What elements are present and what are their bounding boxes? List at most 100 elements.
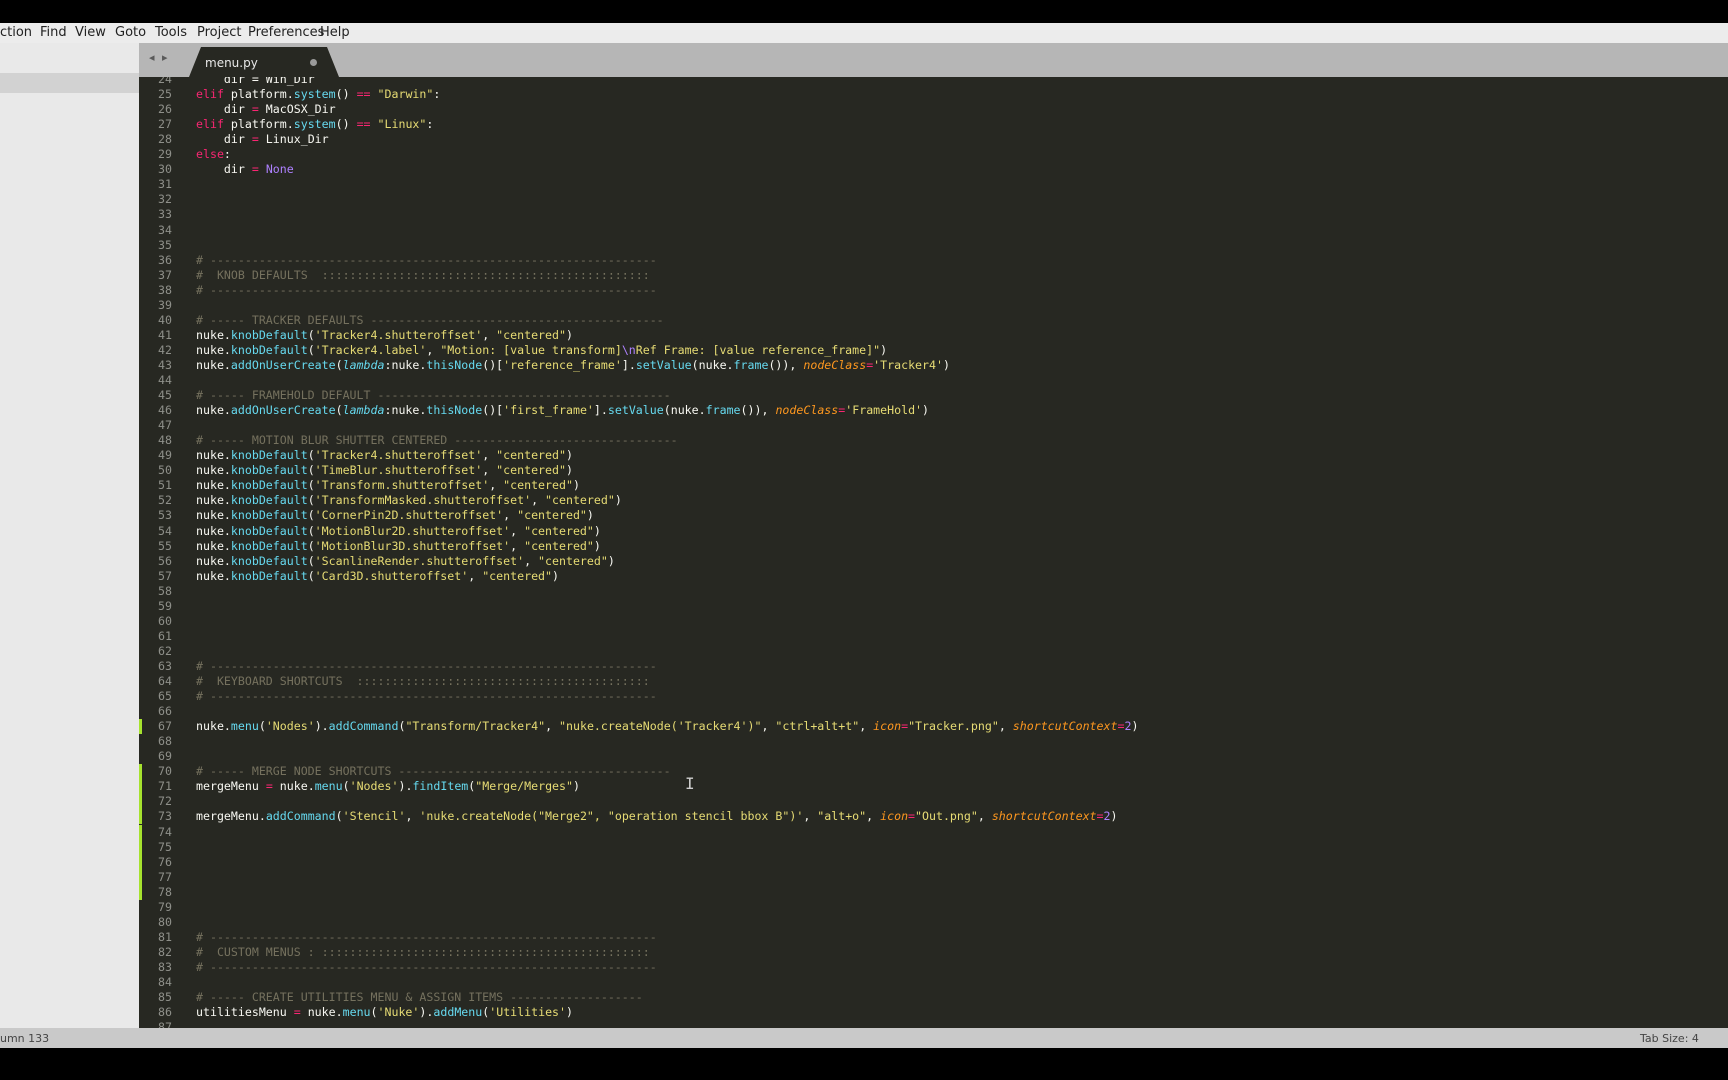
status-tab-size[interactable]: Tab Size: 4 xyxy=(1640,1032,1699,1045)
code-token: # --------------------------------------… xyxy=(196,959,657,974)
code-line[interactable]: 81 # ------------------------------------… xyxy=(139,930,1639,945)
code-line[interactable]: 79 xyxy=(139,900,1639,915)
code-line[interactable]: 59 xyxy=(139,599,1639,614)
line-number: 57 xyxy=(158,568,172,583)
code-line[interactable]: 71 mergeMenu = nuke.menu('Nodes').findIte… xyxy=(139,779,1639,795)
sidebar[interactable] xyxy=(0,43,139,1028)
code-line[interactable]: 63 # ------------------------------------… xyxy=(139,659,1639,674)
code-token: 'Tracker4.shutteroffset' xyxy=(314,327,483,342)
code-line[interactable]: 86 utilitiesMenu = nuke.menu('Nuke').addM… xyxy=(139,1005,1639,1020)
code-line[interactable]: 49 nuke.knobDefault('Tracker4.shutteroffs… xyxy=(139,448,1639,463)
code-token: , xyxy=(510,523,525,538)
menu-tools[interactable]: Tools xyxy=(155,25,187,40)
code-line[interactable]: 38 # ------------------------------------… xyxy=(139,283,1639,298)
code-line[interactable]: 51 nuke.knobDefault('Transform.shutteroff… xyxy=(139,478,1639,493)
code-token: ) xyxy=(922,403,930,418)
code-line[interactable]: 78 xyxy=(139,884,1639,900)
code-line[interactable]: 62 xyxy=(139,644,1639,659)
code-line[interactable]: 45 # ----- FRAMEHOLD DEFAULT ------------… xyxy=(139,388,1639,403)
code-line[interactable]: 37 # KNOB DEFAULTS ::::::::::::::::::::::… xyxy=(139,268,1639,283)
code-line[interactable]: 26 dir = MacOSX_Dir xyxy=(139,102,1639,117)
code-line[interactable]: 70 # ----- MERGE NODE SHORTCUTS ---------… xyxy=(139,764,1639,780)
menu-selection[interactable]: ction xyxy=(0,25,32,40)
code-token: "Darwin" xyxy=(377,87,434,102)
menu-find[interactable]: Find xyxy=(40,25,67,40)
code-line[interactable]: 64 # KEYBOARD SHORTCUTS :::::::::::::::::… xyxy=(139,674,1639,689)
code-token: 'Nodes' xyxy=(349,779,399,794)
code-line[interactable]: 60 xyxy=(139,614,1639,629)
code-line[interactable]: 35 xyxy=(139,238,1639,253)
menu-help[interactable]: Help xyxy=(320,25,350,40)
code-line[interactable]: 80 xyxy=(139,915,1639,930)
code-line[interactable]: 72 xyxy=(139,794,1639,810)
code-token: 'MotionBlur3D.shutteroffset' xyxy=(314,538,511,553)
code-line[interactable]: 65 # ------------------------------------… xyxy=(139,689,1639,704)
code-line[interactable]: 69 xyxy=(139,749,1639,764)
code-token: , xyxy=(859,719,874,734)
code-line[interactable]: 29 else: xyxy=(139,147,1639,162)
code-line[interactable]: 67 nuke.menu('Nodes').addCommand("Transfo… xyxy=(139,719,1639,735)
code-line[interactable]: 39 xyxy=(139,298,1639,313)
code-line[interactable]: 83 # ------------------------------------… xyxy=(139,960,1639,975)
menu-project[interactable]: Project xyxy=(197,25,241,40)
code-line[interactable]: 85 # ----- CREATE UTILITIES MENU & ASSIGN… xyxy=(139,990,1639,1005)
code-line[interactable]: 47 xyxy=(139,418,1639,433)
code-line[interactable]: 77 xyxy=(139,869,1639,885)
code-line[interactable]: 25 elif platform.system() == "Darwin": xyxy=(139,87,1639,102)
code-editor[interactable]: 24 dir = Win_Dir 25 elif platform.system()… xyxy=(139,77,1728,1028)
code-line[interactable]: 48 # ----- MOTION BLUR SHUTTER CENTERED -… xyxy=(139,433,1639,448)
tab-menu-py[interactable]: menu.py xyxy=(189,47,339,77)
code-line[interactable]: 61 xyxy=(139,629,1639,644)
code-line[interactable]: 44 xyxy=(139,373,1639,388)
code-line[interactable]: 40 # ----- TRACKER DEFAULTS -------------… xyxy=(139,313,1639,328)
code-line[interactable]: 31 xyxy=(139,177,1639,192)
code-line[interactable]: 50 nuke.knobDefault('TimeBlur.shutteroffs… xyxy=(139,463,1639,478)
code-token: knobDefault xyxy=(230,342,308,357)
code-line[interactable]: 36 # ------------------------------------… xyxy=(139,253,1639,268)
line-code: # ----- FRAMEHOLD DEFAULT --------------… xyxy=(196,388,671,403)
code-line[interactable]: 24 dir = Win_Dir xyxy=(139,77,1639,87)
code-token: menu xyxy=(342,1005,371,1020)
code-line[interactable]: 76 xyxy=(139,854,1639,870)
code-line[interactable]: 54 nuke.knobDefault('MotionBlur2D.shutter… xyxy=(139,524,1639,539)
code-line[interactable]: 41 nuke.knobDefault('Tracker4.shutteroffs… xyxy=(139,328,1639,343)
code-line[interactable]: 34 xyxy=(139,223,1639,238)
code-line[interactable]: 56 nuke.knobDefault('ScanlineRender.shutt… xyxy=(139,554,1639,569)
code-line[interactable]: 74 xyxy=(139,824,1639,840)
code-line[interactable]: 32 xyxy=(139,192,1639,207)
code-line[interactable]: 27 elif platform.system() == "Linux": xyxy=(139,117,1639,132)
code-line[interactable]: 87 xyxy=(139,1020,1639,1028)
code-line[interactable]: 46 nuke.addOnUserCreate(lambda:nuke.thisN… xyxy=(139,403,1639,418)
code-token: () xyxy=(335,87,357,102)
code-line[interactable]: 66 xyxy=(139,704,1639,719)
code-line[interactable]: 82 # CUSTOM MENUS : :::::::::::::::::::::… xyxy=(139,945,1639,960)
unsaved-dot-icon[interactable] xyxy=(310,59,317,66)
code-line[interactable]: 43 nuke.addOnUserCreate(lambda:nuke.thisN… xyxy=(139,358,1639,373)
code-line[interactable]: 84 xyxy=(139,975,1639,990)
line-number: 36 xyxy=(158,252,172,267)
code-token: nuke. xyxy=(196,403,231,418)
code-line[interactable]: 42 nuke.knobDefault('Tracker4.label', "Mo… xyxy=(139,343,1639,358)
tab-nav-arrows[interactable]: ◂ ▸ xyxy=(149,51,170,64)
code-line[interactable]: 73 mergeMenu.addCommand('Stencil', 'nuke.… xyxy=(139,809,1639,825)
code-token: ) xyxy=(593,538,601,553)
code-line[interactable]: 68 xyxy=(139,734,1639,749)
code-line[interactable]: 58 xyxy=(139,584,1639,599)
code-line[interactable]: 53 nuke.knobDefault('CornerPin2D.shuttero… xyxy=(139,508,1639,523)
code-line[interactable]: 33 xyxy=(139,207,1639,222)
code-line[interactable]: 75 xyxy=(139,839,1639,855)
sidebar-selected-row[interactable] xyxy=(0,73,139,93)
code-line[interactable]: 30 dir = None xyxy=(139,162,1639,177)
code-token: ) xyxy=(1131,719,1139,734)
code-line[interactable]: 28 dir = Linux_Dir xyxy=(139,132,1639,147)
menu-view[interactable]: View xyxy=(75,25,106,40)
code-token: addCommand xyxy=(265,809,336,824)
code-token: , xyxy=(803,809,818,824)
code-token: ( xyxy=(307,448,315,463)
code-line[interactable]: 57 nuke.knobDefault('Card3D.shutteroffset… xyxy=(139,569,1639,584)
code-line[interactable]: 55 nuke.knobDefault('MotionBlur3D.shutter… xyxy=(139,539,1639,554)
menu-goto[interactable]: Goto xyxy=(115,25,146,40)
code-token: ( xyxy=(258,719,266,734)
menu-preferences[interactable]: Preferences xyxy=(248,25,324,40)
code-line[interactable]: 52 nuke.knobDefault('TransformMasked.shut… xyxy=(139,493,1639,508)
